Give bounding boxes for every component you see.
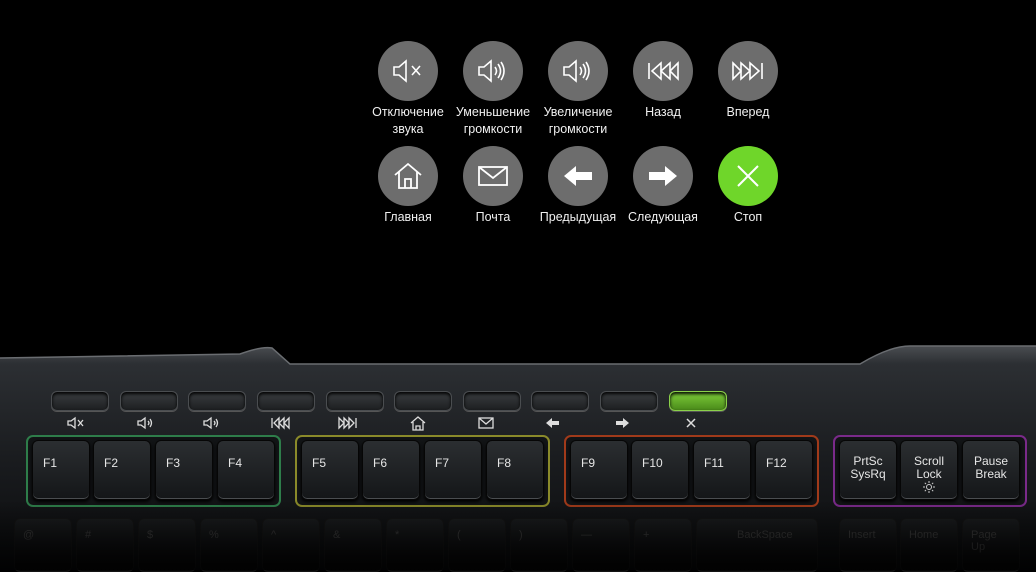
shortcut-grid: Отключение звука Уменьшение громкости Ув… bbox=[0, 0, 1036, 240]
key-pause-break: Pause Break bbox=[962, 440, 1020, 500]
shortcut-next[interactable]: Следующая bbox=[623, 146, 703, 226]
rewind-button[interactable] bbox=[633, 41, 693, 101]
key-7: & bbox=[324, 518, 382, 572]
key-9: ( bbox=[448, 518, 506, 572]
shortcut-mail[interactable]: Почта bbox=[453, 146, 533, 226]
arrow-right-icon bbox=[616, 418, 629, 428]
key-page-up: Page Up bbox=[962, 518, 1020, 572]
key-3: # bbox=[76, 518, 134, 572]
shortcut-label: Вперед bbox=[726, 105, 770, 119]
key-f3: F3 bbox=[155, 440, 213, 500]
media-key-next bbox=[600, 391, 658, 411]
key-f2: F2 bbox=[93, 440, 151, 500]
key-f10: F10 bbox=[631, 440, 689, 500]
key-minus: — bbox=[572, 518, 630, 572]
mute-icon bbox=[393, 59, 421, 83]
key-home: Home bbox=[900, 518, 958, 572]
media-key-volume-up bbox=[188, 391, 246, 411]
close-icon bbox=[737, 165, 759, 187]
key-f6: F6 bbox=[362, 440, 420, 500]
key-print-screen: PrtSc SysRq bbox=[839, 440, 897, 500]
shortcut-volume-down[interactable]: Уменьшение громкости bbox=[453, 41, 533, 138]
media-key-mail bbox=[463, 391, 521, 411]
shortcut-mute[interactable]: Отключение звука bbox=[368, 41, 448, 138]
mail-button[interactable] bbox=[463, 146, 523, 206]
rewind-icon bbox=[648, 61, 679, 81]
key-0: ) bbox=[510, 518, 568, 572]
shortcut-fast-forward[interactable]: Вперед bbox=[708, 41, 788, 121]
volume-up-icon bbox=[563, 59, 590, 83]
volume-down-icon bbox=[137, 416, 153, 430]
mute-button[interactable] bbox=[378, 41, 438, 101]
key-equals: + bbox=[634, 518, 692, 572]
key-f9: F9 bbox=[570, 440, 628, 500]
fast-forward-icon bbox=[732, 61, 763, 81]
key-6: ^ bbox=[262, 518, 320, 572]
mail-icon bbox=[478, 417, 494, 429]
home-icon bbox=[394, 162, 422, 189]
volume-up-button[interactable] bbox=[548, 41, 608, 101]
key-scroll-lock: Scroll Lock bbox=[900, 440, 958, 500]
previous-button[interactable] bbox=[548, 146, 608, 206]
key-2: @ bbox=[14, 518, 72, 572]
key-f7: F7 bbox=[424, 440, 482, 500]
close-icon bbox=[686, 418, 696, 428]
key-5: % bbox=[200, 518, 258, 572]
key-f5: F5 bbox=[301, 440, 359, 500]
key-f11: F11 bbox=[693, 440, 751, 500]
media-key-home bbox=[394, 391, 452, 411]
key-insert: Insert bbox=[839, 518, 897, 572]
shortcut-previous[interactable]: Предыдущая bbox=[538, 146, 618, 226]
shortcut-label: Стоп bbox=[733, 210, 763, 224]
media-key-volume-down bbox=[120, 391, 178, 411]
arrow-left-icon bbox=[546, 418, 559, 428]
fast-forward-icon bbox=[338, 416, 357, 430]
key-4: $ bbox=[138, 518, 196, 572]
shortcut-stop[interactable]: Стоп bbox=[708, 146, 788, 226]
media-key-mute bbox=[51, 391, 109, 411]
volume-up-icon bbox=[203, 416, 219, 430]
media-key-stop bbox=[669, 391, 727, 411]
shortcut-home[interactable]: Главная bbox=[368, 146, 448, 226]
shortcut-rewind[interactable]: Назад bbox=[623, 41, 703, 121]
media-key-rewind bbox=[257, 391, 315, 411]
brightness-icon bbox=[923, 481, 935, 493]
key-8: * bbox=[386, 518, 444, 572]
key-f1: F1 bbox=[32, 440, 90, 500]
next-button[interactable] bbox=[633, 146, 693, 206]
key-f4: F4 bbox=[217, 440, 275, 500]
fast-forward-button[interactable] bbox=[718, 41, 778, 101]
keyboard-image: F1 F2 F3 F4 F5 F6 F7 F8 F9 F10 F11 F12 P… bbox=[0, 340, 1036, 572]
key-backspace: BackSpace bbox=[696, 518, 818, 572]
shortcut-volume-up[interactable]: Увеличение громкости bbox=[538, 41, 618, 138]
key-f12: F12 bbox=[755, 440, 813, 500]
rewind-icon bbox=[271, 416, 290, 430]
mail-icon bbox=[478, 166, 508, 186]
arrow-left-icon bbox=[564, 166, 592, 186]
volume-down-icon bbox=[478, 59, 505, 83]
arrow-right-icon bbox=[649, 166, 677, 186]
volume-down-button[interactable] bbox=[463, 41, 523, 101]
home-button[interactable] bbox=[378, 146, 438, 206]
stop-button[interactable] bbox=[718, 146, 778, 206]
media-key-previous bbox=[531, 391, 589, 411]
mute-icon bbox=[67, 416, 84, 430]
home-icon bbox=[410, 416, 426, 431]
media-key-fast-forward bbox=[326, 391, 384, 411]
key-f8: F8 bbox=[486, 440, 544, 500]
